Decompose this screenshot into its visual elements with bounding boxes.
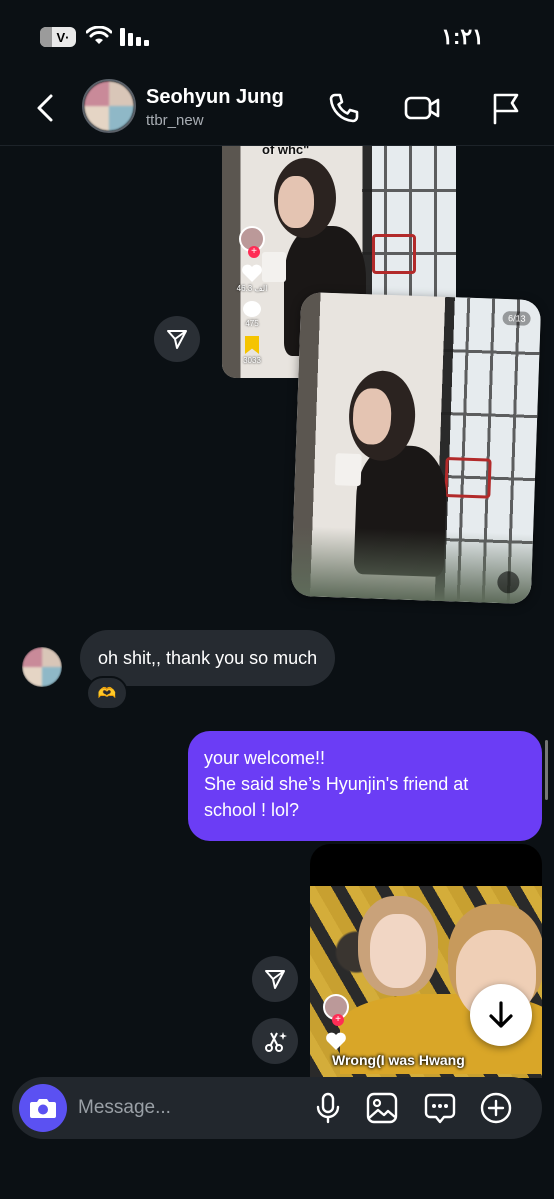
status-bar: V· ١:٢١ [0, 0, 554, 72]
arrow-down-icon [489, 1001, 513, 1028]
heart-icon [326, 1032, 346, 1050]
message-input[interactable] [78, 1094, 298, 1122]
video-subtitle: Wrong(I was Hwang [332, 1052, 465, 1068]
like-count: 46.3 الف [236, 284, 268, 293]
share-button[interactable] [154, 316, 200, 362]
outgoing-message-line: your welcome!! [204, 748, 326, 768]
plus-circle-icon [480, 1092, 512, 1124]
status-time: ١:٢١ [441, 24, 484, 49]
chat-header: Seohyun Jung ttbr_new [0, 72, 554, 146]
video-call-icon[interactable] [404, 90, 440, 126]
bookmark-icon [245, 336, 259, 354]
send-icon [167, 330, 187, 349]
wifi-icon [86, 26, 112, 44]
sender-avatar[interactable] [22, 647, 62, 687]
post-stats: + 46.3 الف 475 3033 [232, 226, 272, 365]
gallery-button[interactable] [364, 1090, 400, 1126]
report-flag-icon[interactable] [488, 90, 524, 126]
scroll-to-bottom-button[interactable] [470, 984, 532, 1046]
creator-avatar: + [239, 226, 265, 258]
chair [372, 234, 416, 274]
share-button[interactable] [252, 956, 298, 1002]
shared-post-photo[interactable]: 6/13 [290, 291, 542, 605]
contact-handle[interactable]: ttbr_new [146, 112, 204, 129]
message-composer [12, 1077, 542, 1139]
scrollbar[interactable] [545, 740, 548, 800]
chair [444, 457, 492, 499]
page-indicator: 6/13 [502, 310, 531, 326]
outgoing-message-line: school ! lol? [204, 800, 300, 820]
remix-button[interactable] [252, 1018, 298, 1064]
carrier-badge: V· [40, 27, 76, 47]
camera-icon [30, 1099, 56, 1118]
microphone-icon [316, 1092, 340, 1124]
message-reaction[interactable]: 🫶 [86, 676, 128, 710]
comment-icon [243, 301, 261, 317]
message-thread[interactable]: of whc" + 46.3 الف 475 3033 6/13 oh shit… [0, 146, 554, 1078]
comment-count: 475 [245, 319, 259, 328]
contact-name[interactable]: Seohyun Jung [146, 86, 284, 109]
sticker-button[interactable] [422, 1090, 458, 1126]
phone-call-icon[interactable] [326, 90, 362, 126]
camera-button[interactable] [19, 1084, 67, 1132]
contact-avatar[interactable] [82, 79, 136, 133]
back-arrow-icon[interactable] [28, 90, 64, 126]
scissors-sparkle-icon [265, 1032, 287, 1052]
microphone-button[interactable] [310, 1090, 346, 1126]
chat-bubble-icon [424, 1093, 456, 1124]
heart-icon [242, 264, 262, 282]
outgoing-message[interactable]: your welcome!! She said she’s Hyunjin's … [188, 731, 542, 841]
signal-strength-icon [120, 28, 149, 46]
creator-avatar: + [323, 994, 349, 1026]
post-caption: of whc" [262, 146, 310, 157]
add-button[interactable] [478, 1090, 514, 1126]
outgoing-message-line: She said she’s Hyunjin's friend at [204, 774, 469, 794]
send-icon [265, 970, 285, 989]
image-gallery-icon [366, 1092, 398, 1124]
save-count: 3033 [243, 356, 261, 365]
